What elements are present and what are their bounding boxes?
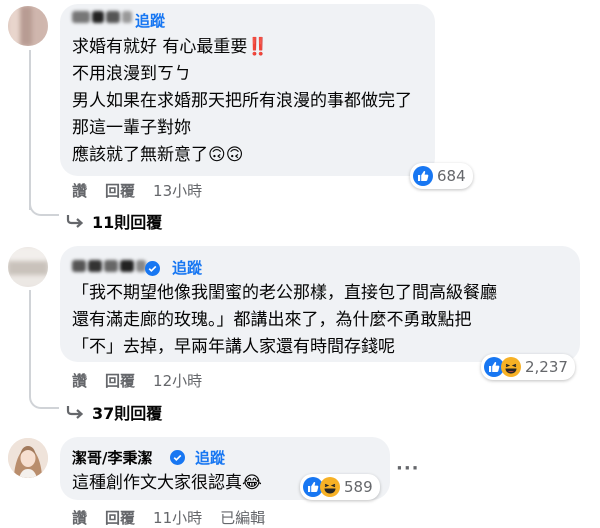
timestamp[interactable]: 13小時 — [153, 180, 202, 201]
reaction-count: 2,237 — [525, 358, 568, 376]
replies-label: 11則回覆 — [92, 213, 163, 232]
haha-icon — [501, 357, 521, 377]
edited-label[interactable]: 已編輯 — [220, 507, 265, 528]
comment-line: 這種創作文大家很認真😂 — [72, 473, 262, 493]
view-replies-button[interactable]: 11則回覆 — [66, 209, 162, 233]
replies-label: 37則回覆 — [92, 404, 163, 423]
reaction-count: 684 — [437, 167, 466, 185]
thread-line — [29, 50, 31, 210]
verified-badge-icon — [145, 261, 160, 276]
comment-line: 不用浪漫到ㄎㄅ — [72, 64, 191, 84]
view-replies-button[interactable]: 37則回覆 — [66, 400, 162, 424]
comment-actions: 讚 回覆 13小時 — [72, 180, 220, 201]
avatar[interactable] — [8, 6, 48, 46]
timestamp[interactable]: 12小時 — [153, 370, 202, 391]
comment-line: 「不」去掉，早兩年講人家還有時間存錢呢 — [72, 337, 395, 357]
thread-elbow — [29, 195, 59, 216]
thread-elbow — [29, 385, 59, 409]
comment-line: 「我不期望他像我閨蜜的老公那樣，直接包了間高級餐廳 — [72, 283, 497, 303]
comment-line: 男人如果在求婚那天把所有浪漫的事都做完了 — [72, 91, 412, 111]
reaction-summary[interactable]: 2,237 — [481, 354, 575, 380]
thread-line — [29, 290, 31, 390]
reply-arrow-icon — [66, 215, 84, 228]
comment-line: 還有滿走廊的玫瑰。」都講出來了，為什麼不勇敢點把 — [72, 310, 472, 330]
reaction-count: 589 — [344, 478, 373, 496]
reply-button[interactable]: 回覆 — [105, 180, 135, 201]
avatar[interactable] — [8, 438, 48, 478]
avatar[interactable] — [8, 247, 48, 287]
reply-arrow-icon — [66, 406, 84, 419]
like-icon — [413, 166, 433, 186]
haha-icon — [320, 477, 340, 497]
verified-badge-icon — [170, 450, 185, 465]
author-name[interactable] — [72, 260, 146, 272]
reaction-summary[interactable]: 684 — [410, 163, 473, 189]
comment-line: 應該就了無新意了🙃🙃 — [72, 145, 244, 165]
follow-button[interactable]: 追蹤 — [172, 257, 202, 278]
comment-actions: 讚 回覆 11小時 已編輯 — [72, 507, 283, 528]
comment-actions: 讚 回覆 12小時 — [72, 370, 220, 391]
author-name-text: 潔哥/李秉潔 — [72, 449, 153, 467]
author-name[interactable] — [72, 11, 132, 23]
reply-button[interactable]: 回覆 — [105, 507, 135, 528]
follow-button[interactable]: 追蹤 — [135, 10, 165, 31]
author-name[interactable]: 潔哥/李秉潔 — [72, 447, 152, 468]
reaction-summary[interactable]: 589 — [300, 474, 380, 500]
more-options-icon[interactable]: ··· — [396, 458, 420, 479]
comment-line: 那這一輩子對妳 — [72, 118, 191, 138]
like-button[interactable]: 讚 — [72, 370, 87, 391]
reply-button[interactable]: 回覆 — [105, 370, 135, 391]
follow-button[interactable]: 追蹤 — [195, 447, 225, 468]
like-button[interactable]: 讚 — [72, 507, 87, 528]
comment-line: 求婚有就好 有心最重要‼️ — [72, 37, 269, 57]
timestamp[interactable]: 11小時 — [153, 507, 202, 528]
like-button[interactable]: 讚 — [72, 180, 87, 201]
